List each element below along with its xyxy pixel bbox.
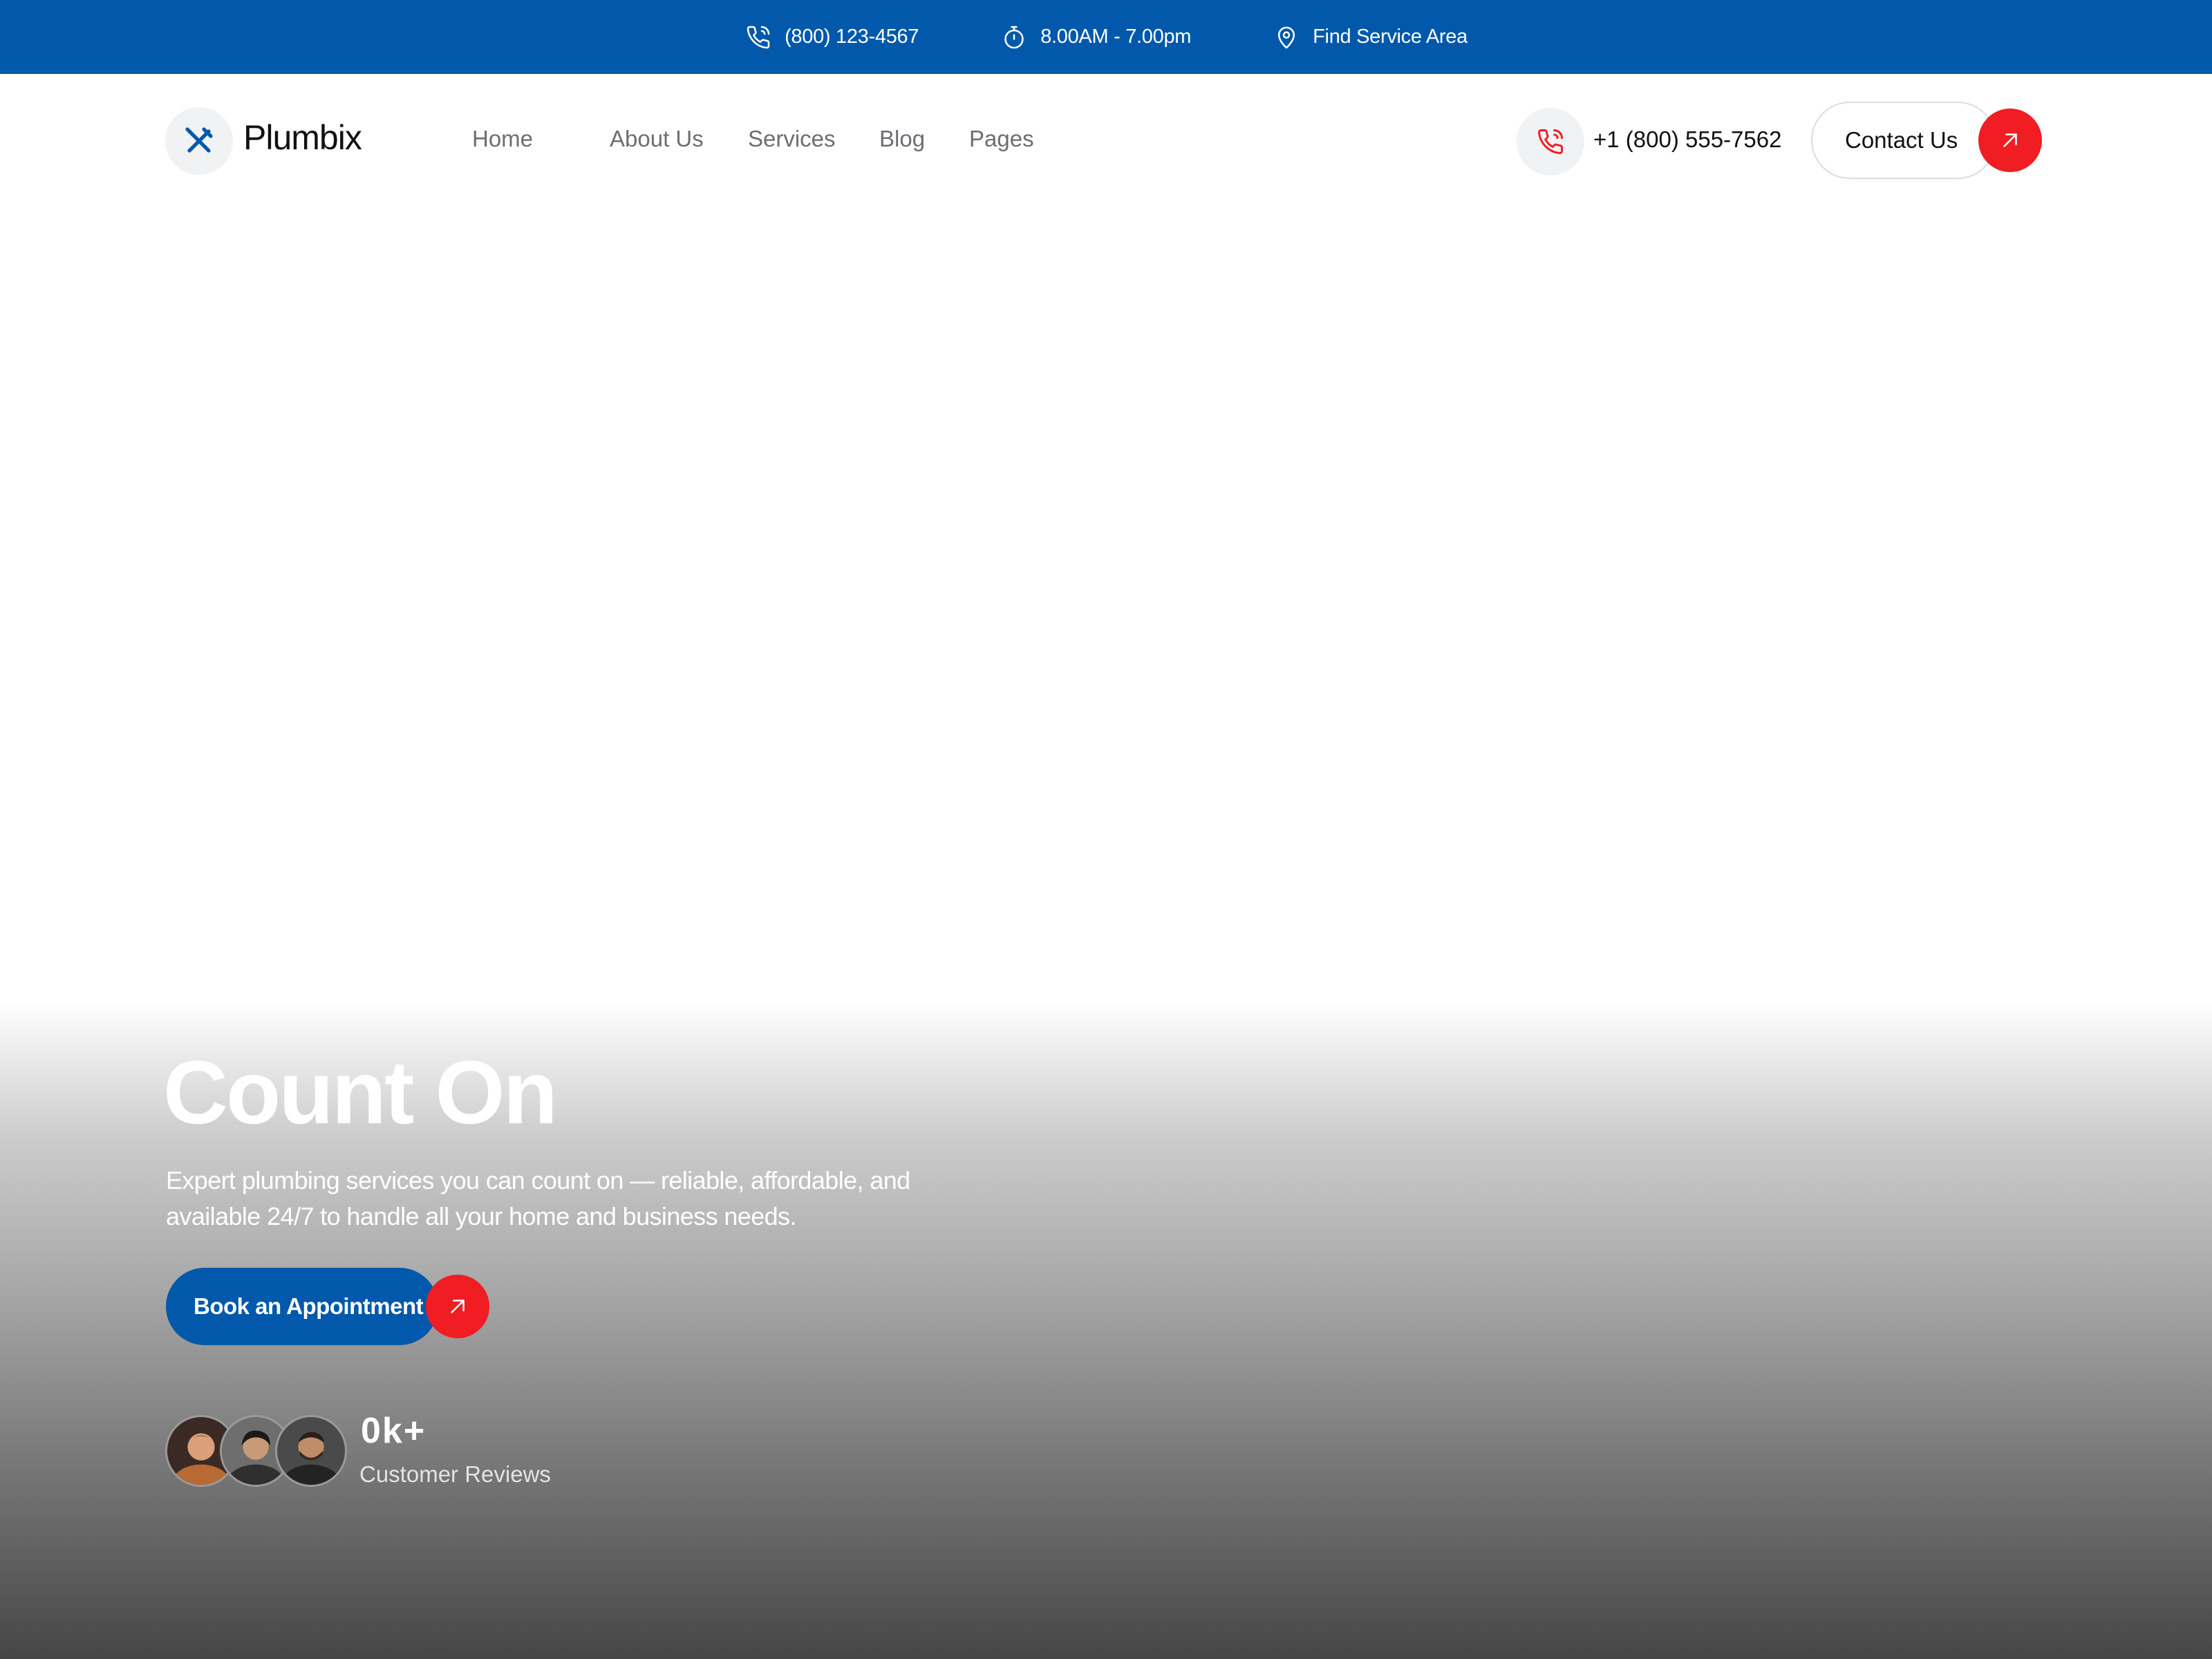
book-appointment-label: Book an Appointment [194,1293,424,1319]
top-info-bar: (800) 123-4567 8.00AM - 7.00pm Find Serv… [0,0,2212,74]
main-header: Plumbix Home About Us Services Blog Page… [0,74,2212,209]
topbar-service-area-text: Find Service Area [1313,26,1468,48]
call-badge[interactable] [1517,108,1584,176]
reviews-count: 0k+ [361,1411,427,1451]
reviews-label: Customer Reviews [359,1461,551,1487]
location-pin-icon [1278,26,1295,48]
header-phone-number[interactable]: +1 (800) 555-7562 [1593,126,1781,153]
avatar [275,1415,347,1487]
hero-title: Count On [163,1042,558,1143]
hero-subtitle-line-1: Expert plumbing services you can count o… [166,1166,910,1194]
contact-arrow-button[interactable] [1978,109,2042,172]
book-appointment-button[interactable]: Book an Appointment [166,1268,438,1345]
stopwatch-icon [1004,26,1024,48]
topbar-phone-text: (800) 123-4567 [785,26,919,48]
book-appointment-arrow-button[interactable] [426,1275,489,1338]
hero-subtitle: Expert plumbing services you can count o… [166,1163,954,1235]
topbar-hours-text: 8.00AM - 7.00pm [1040,26,1192,48]
nav-home[interactable]: Home [472,126,533,152]
logo-badge[interactable] [165,107,233,175]
phone-icon [747,26,770,48]
topbar-service-area[interactable]: Find Service Area [1273,24,1468,51]
arrow-up-right-icon [2003,133,2017,147]
phone-call-icon [1538,129,1563,154]
brand-name[interactable]: Plumbix [243,118,362,158]
topbar-phone[interactable]: (800) 123-4567 [744,24,919,51]
nav-services[interactable]: Services [748,126,836,152]
arrow-up-right-icon [451,1300,465,1313]
nav-pages[interactable]: Pages [969,126,1034,152]
wrench-screwdriver-icon [185,127,213,153]
nav-about-us[interactable]: About Us [610,126,704,152]
nav-blog[interactable]: Blog [879,126,925,152]
topbar-hours: 8.00AM - 7.00pm [1000,24,1191,51]
hero-subtitle-line-2: available 24/7 to handle all your home a… [166,1202,796,1230]
contact-us-label: Contact Us [1845,127,1958,153]
contact-us-button[interactable]: Contact Us [1811,102,1996,179]
